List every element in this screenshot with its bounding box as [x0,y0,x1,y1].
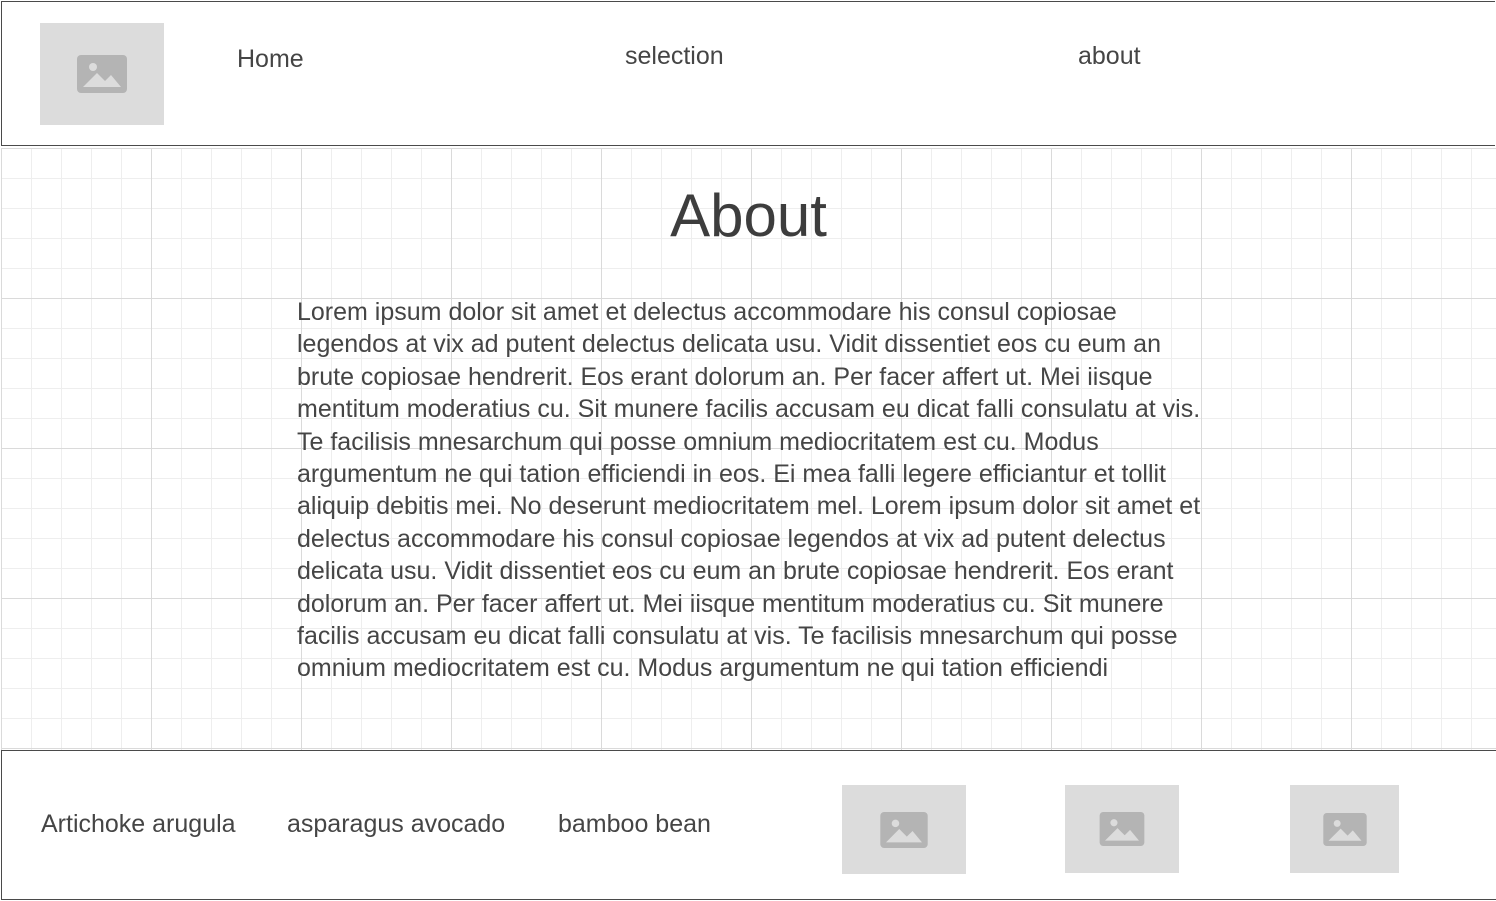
header: Home selection about [1,1,1495,146]
body-text: Lorem ipsum dolor sit amet et delectus a… [297,298,1201,683]
footer-image-3[interactable] [1290,785,1399,873]
image-placeholder-icon [1099,812,1145,846]
main-content: About Lorem ipsum dolor sit amet et dele… [1,148,1496,750]
nav-link-selection[interactable]: selection [625,42,724,71]
nav-link-home[interactable]: Home [237,45,304,74]
footer: Artichoke arugula asparagus avocado bamb… [1,750,1496,900]
page-title: About [670,182,827,249]
image-placeholder-icon [880,811,928,848]
footer-image-1[interactable] [842,785,966,874]
page: Home selection about About Lorem ipsum d… [0,0,1496,901]
nav-link-about[interactable]: about [1078,42,1141,71]
image-placeholder-icon [1322,812,1367,846]
image-placeholder-icon [77,55,127,93]
footer-image-2[interactable] [1065,785,1179,873]
logo-image[interactable] [40,23,164,125]
footer-link-bamboo[interactable]: bamboo bean [558,810,711,839]
footer-link-asparagus[interactable]: asparagus avocado [287,810,505,839]
footer-link-artichoke[interactable]: Artichoke arugula [41,810,236,839]
